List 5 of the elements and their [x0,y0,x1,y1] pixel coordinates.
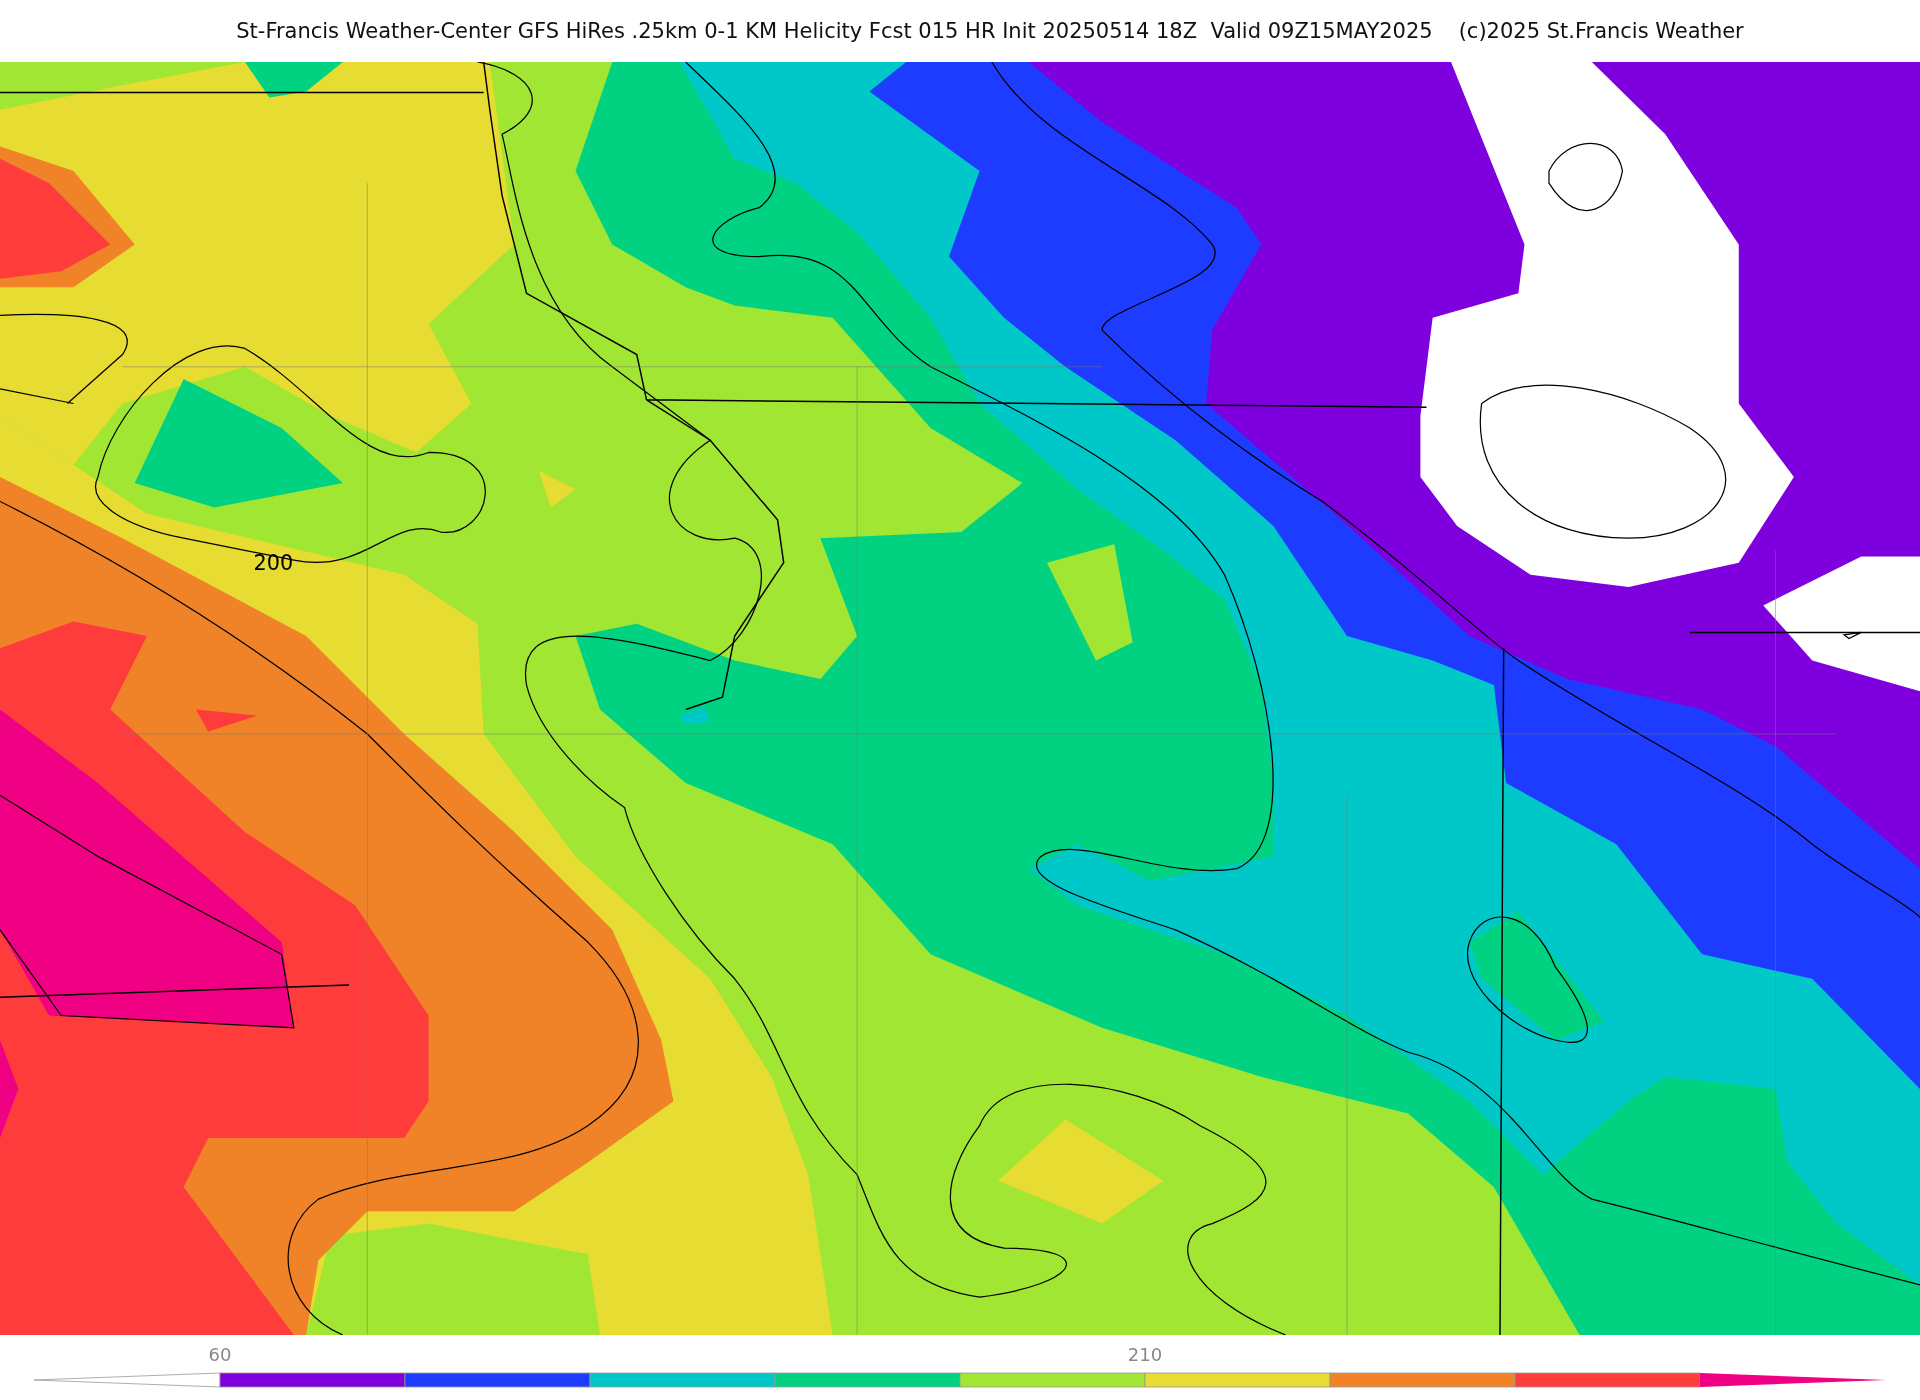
colorbar-tick-label: 210 [1127,1345,1163,1365]
map-title: St-Francis Weather-Center GFS HiRes .25km 0-1 KM Helicity Fcst 015 HR Init 20250514 18Z Valid 09Z15MAY2025 [236,19,1433,43]
contour-label: 200 [253,551,294,575]
copyright-text: (c)2025 St.Francis Weather [1458,19,1744,43]
colorbar-tick-label: 60 [208,1345,232,1365]
